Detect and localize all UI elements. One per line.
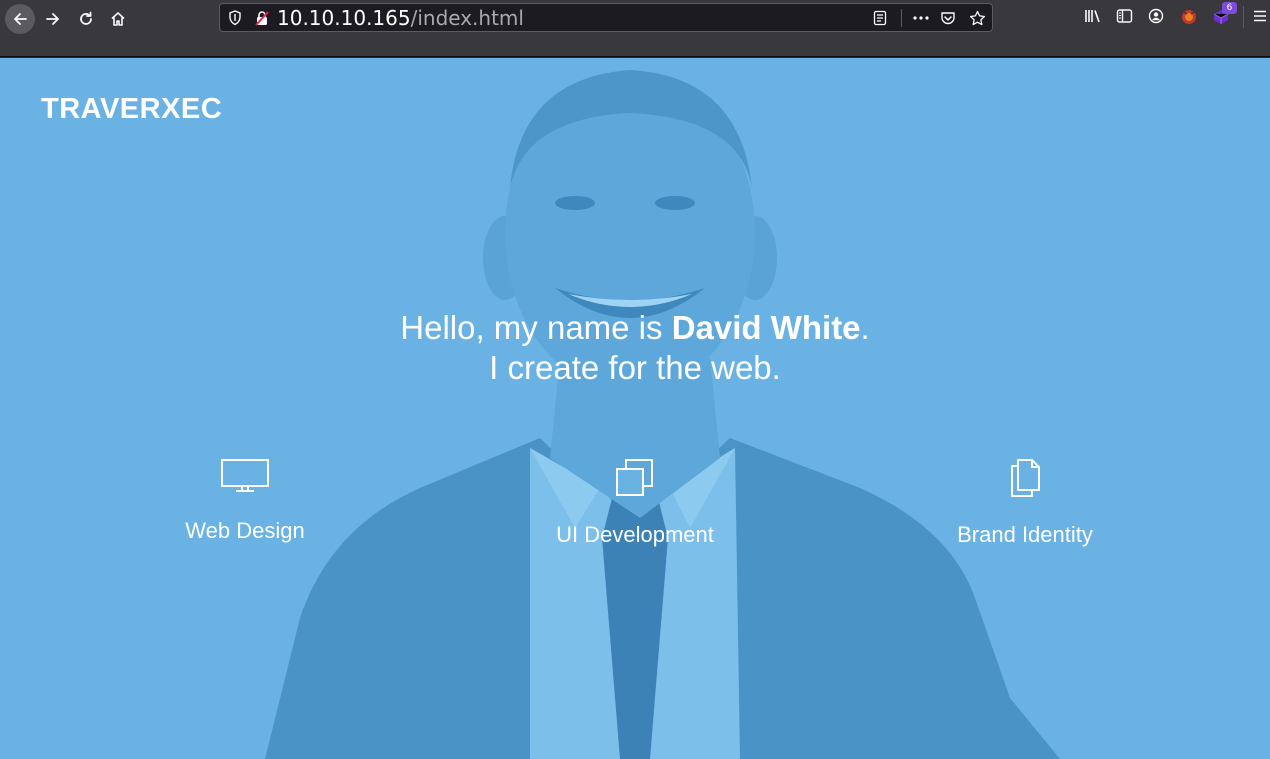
headline-name: David White — [671, 309, 861, 346]
sidebar-icon[interactable] — [1116, 8, 1133, 24]
arrow-left-icon — [14, 13, 27, 25]
hero-background-photo — [0, 58, 1270, 759]
page-content: TRAVERXEC Hello, my name is David White.… — [0, 58, 1270, 759]
service-ui-development: UI Development — [505, 458, 765, 548]
reload-button[interactable] — [71, 4, 101, 34]
insecure-lock-icon[interactable] — [254, 10, 270, 26]
extension-icon[interactable] — [1180, 8, 1198, 25]
hamburger-menu-icon[interactable] — [1253, 8, 1267, 24]
extension-badge: 6 — [1222, 2, 1237, 14]
more-dots-icon[interactable] — [912, 10, 930, 26]
url-path: /index.html — [410, 6, 524, 30]
reader-view-icon[interactable] — [873, 10, 887, 26]
headline-suffix: . — [860, 309, 870, 346]
arrow-right-icon — [46, 13, 59, 25]
headline-subtitle: I create for the web. — [489, 349, 781, 386]
service-brand-identity: Brand Identity — [895, 458, 1155, 548]
hero-headline: Hello, my name is David White. I create … — [0, 308, 1270, 388]
back-button[interactable] — [5, 4, 35, 34]
pocket-icon[interactable] — [940, 10, 956, 26]
address-bar[interactable]: 10.10.10.165/index.html — [219, 3, 993, 32]
stacked-squares-icon — [616, 459, 653, 496]
shield-icon[interactable] — [228, 10, 242, 26]
library-icon[interactable] — [1084, 8, 1102, 24]
star-icon[interactable] — [969, 10, 986, 26]
home-icon — [111, 12, 125, 26]
url-text[interactable]: 10.10.10.165/index.html — [277, 7, 524, 29]
reload-icon — [80, 11, 92, 25]
browser-toolbar: 10.10.10.165/index.html 6 — [0, 0, 1270, 57]
headline-prefix: Hello, my name is — [400, 309, 672, 346]
url-host: 10.10.10.165 — [277, 6, 411, 30]
monitor-icon — [221, 459, 269, 492]
home-button[interactable] — [103, 4, 133, 34]
service-label: Web Design — [185, 518, 305, 543]
documents-icon — [1011, 459, 1040, 497]
account-icon[interactable] — [1148, 8, 1164, 24]
url-separator — [901, 9, 902, 27]
service-label: Brand Identity — [957, 522, 1093, 547]
forward-button[interactable] — [38, 4, 68, 34]
service-label: UI Development — [556, 522, 714, 547]
toolbar-divider — [1243, 6, 1244, 28]
service-web-design: Web Design — [115, 458, 375, 544]
site-logo[interactable]: TRAVERXEC — [41, 93, 222, 126]
